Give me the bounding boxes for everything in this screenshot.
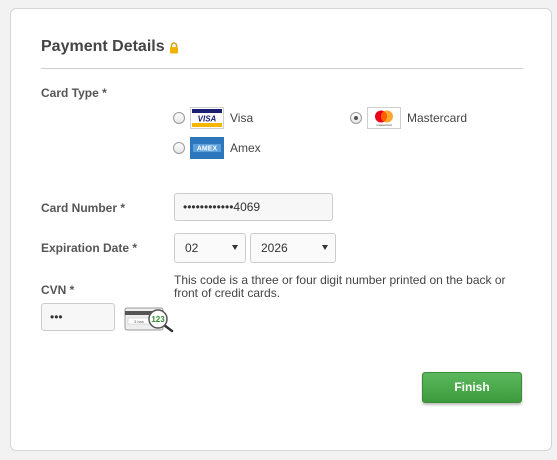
page-title: Payment Details — [41, 38, 179, 56]
card-number-input[interactable]: ••••••••••••4069 — [174, 193, 333, 221]
card-option-amex[interactable]: AMEX Amex — [173, 137, 261, 159]
expiration-year-select[interactable]: 2026 — [250, 233, 336, 263]
amex-logo-icon: AMEX — [190, 137, 224, 159]
svg-text:3 bas: 3 bas — [134, 319, 144, 324]
chevron-down-icon — [232, 245, 238, 250]
visa-logo-icon: VISA — [190, 107, 224, 129]
card-option-visa[interactable]: VISA Visa — [173, 107, 253, 129]
cvn-label: CVN * — [41, 283, 75, 297]
cvn-hint-text: This code is a three or four digit numbe… — [174, 273, 506, 300]
lock-icon — [169, 41, 179, 54]
amex-label: Amex — [230, 141, 261, 155]
cvn-input[interactable]: ••• — [41, 303, 115, 331]
cvn-icon-digits: 123 — [151, 315, 165, 324]
expiration-year-value: 2026 — [261, 241, 288, 255]
card-type-label: Card Type * — [41, 86, 107, 100]
mastercard-radio[interactable] — [350, 112, 362, 124]
visa-label: Visa — [230, 111, 254, 125]
payment-panel: Payment Details Card Type * VISA Visa ma… — [10, 8, 552, 451]
card-option-mastercard[interactable]: mastercard Mastercard — [350, 107, 467, 129]
visa-radio[interactable] — [173, 112, 185, 124]
expiration-date-label: Expiration Date * — [41, 241, 138, 255]
cvn-card-magnifier-icon: 3 bas 123 — [124, 305, 176, 333]
svg-text:AMEX: AMEX — [197, 146, 218, 153]
expiration-month-select[interactable]: 02 — [174, 233, 246, 263]
title-divider — [41, 68, 523, 69]
finish-button[interactable]: Finish — [422, 372, 522, 403]
page-title-text: Payment Details — [41, 38, 165, 55]
svg-text:mastercard: mastercard — [376, 123, 391, 127]
chevron-down-icon — [322, 245, 328, 250]
mastercard-logo-icon: mastercard — [367, 107, 401, 129]
svg-text:VISA: VISA — [198, 115, 217, 124]
card-number-label: Card Number * — [41, 201, 126, 215]
amex-radio[interactable] — [173, 142, 185, 154]
mastercard-label: Mastercard — [407, 111, 468, 125]
expiration-month-value: 02 — [185, 241, 199, 255]
